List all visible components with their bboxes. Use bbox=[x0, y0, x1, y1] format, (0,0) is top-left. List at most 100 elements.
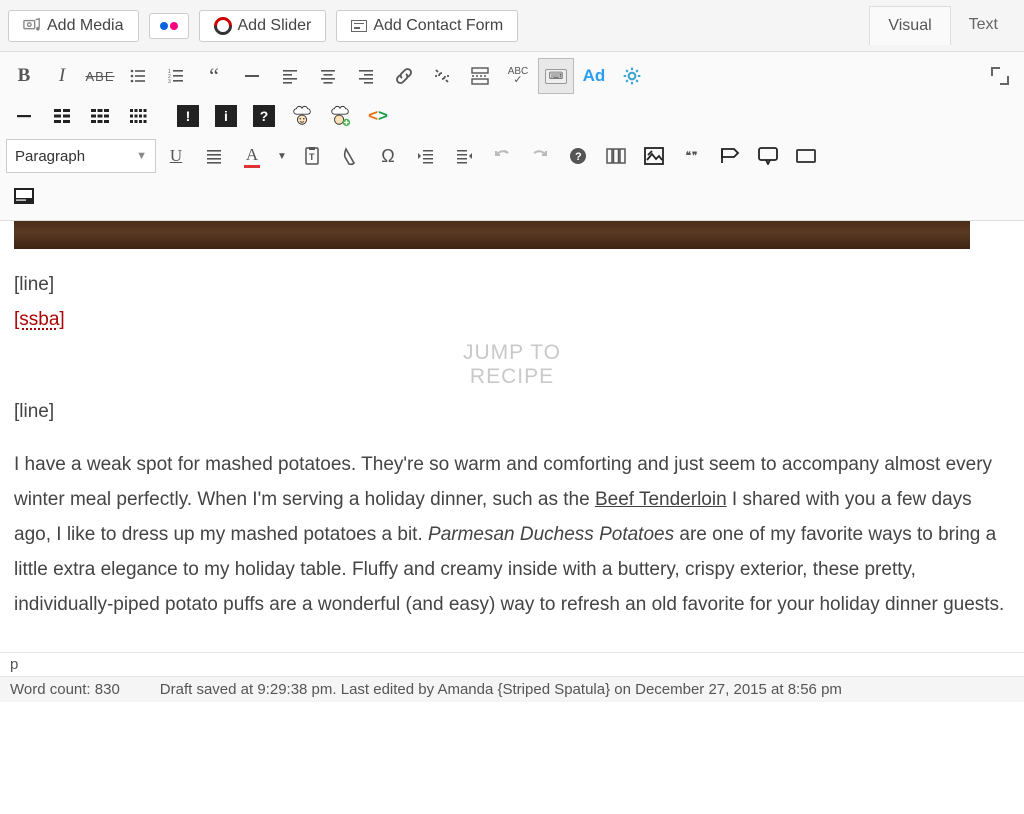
indent-button[interactable] bbox=[446, 138, 482, 174]
columns-button[interactable] bbox=[598, 138, 634, 174]
keyboard-icon: ⌨ bbox=[545, 69, 567, 84]
question-box-button[interactable]: ? bbox=[246, 98, 282, 134]
horizontal-rule-button[interactable] bbox=[234, 58, 270, 94]
add-slider-label: Add Slider bbox=[238, 17, 312, 35]
shortcode-line[interactable]: [line] bbox=[14, 267, 1010, 302]
help-button[interactable]: ? bbox=[560, 138, 596, 174]
element-path[interactable]: p bbox=[0, 652, 1024, 676]
text-color-button[interactable]: A bbox=[234, 138, 270, 174]
add-media-label: Add Media bbox=[47, 17, 124, 35]
settings-gear-button[interactable] bbox=[614, 58, 650, 94]
align-right-button[interactable] bbox=[348, 58, 384, 94]
add-contact-form-label: Add Contact Form bbox=[373, 17, 503, 35]
info-icon: i bbox=[215, 105, 237, 127]
align-left-button[interactable] bbox=[272, 58, 308, 94]
editor-toolbar: B I ABE 123 “ ABC ⌨ Ad ! i ? <> Par bbox=[0, 52, 1024, 221]
special-char-button[interactable]: Ω bbox=[370, 138, 406, 174]
strikethrough-button[interactable]: ABE bbox=[82, 58, 118, 94]
justify-button[interactable] bbox=[196, 138, 232, 174]
toolbar-row-4 bbox=[6, 176, 1018, 216]
align-center-button[interactable] bbox=[310, 58, 346, 94]
underline-button[interactable]: U bbox=[158, 138, 194, 174]
jump-line-2: RECIPE bbox=[14, 365, 1010, 389]
featured-image-strip bbox=[14, 221, 970, 249]
format-select-label: Paragraph bbox=[15, 148, 85, 165]
undo-button[interactable] bbox=[484, 138, 520, 174]
form-icon bbox=[351, 20, 367, 32]
media-tab-row: Add Media Add Slider Add Contact Form Vi… bbox=[0, 0, 1024, 52]
svg-text:?: ? bbox=[575, 151, 582, 163]
jump-line-1: JUMP TO bbox=[14, 341, 1010, 365]
box-icon bbox=[796, 149, 816, 163]
clear-formatting-button[interactable] bbox=[332, 138, 368, 174]
format-select[interactable]: Paragraph ▼ bbox=[6, 139, 156, 173]
text-color-dropdown[interactable]: ▼ bbox=[272, 138, 292, 174]
redo-button[interactable] bbox=[522, 138, 558, 174]
unlink-button[interactable] bbox=[424, 58, 460, 94]
toolbar-row-2: ! i ? <> bbox=[6, 96, 1018, 136]
toolbar-row-1: B I ABE 123 “ ABC ⌨ Ad bbox=[6, 56, 1018, 96]
post-content[interactable]: [line] [ssba] JUMP TO RECIPE [line] I ha… bbox=[0, 267, 1024, 652]
quotes-button[interactable]: ❝❞ bbox=[674, 138, 710, 174]
svg-text:T: T bbox=[309, 152, 315, 162]
short-hr-button[interactable] bbox=[6, 98, 42, 134]
chevron-down-icon: ▼ bbox=[136, 150, 147, 162]
alert-box-button[interactable]: ! bbox=[170, 98, 206, 134]
read-more-button[interactable] bbox=[462, 58, 498, 94]
editor-mode-tabs: Visual Text bbox=[869, 6, 1016, 45]
chef-icon bbox=[291, 105, 313, 127]
chef-add-button[interactable] bbox=[322, 98, 358, 134]
editor-canvas[interactable]: [line] [ssba] JUMP TO RECIPE [line] I ha… bbox=[0, 221, 1024, 652]
quote-icon: ❝❞ bbox=[686, 151, 699, 162]
tab-visual[interactable]: Visual bbox=[869, 6, 950, 45]
body-paragraph[interactable]: I have a weak spot for mashed potatoes. … bbox=[14, 447, 1010, 623]
status-bar: Word count: 830 Draft saved at 9:29:38 p… bbox=[0, 676, 1024, 702]
two-column-button[interactable] bbox=[44, 98, 80, 134]
camera-music-icon bbox=[23, 17, 41, 35]
svg-text:3: 3 bbox=[168, 79, 171, 85]
toolbar-row-3: Paragraph ▼ U A ▼ T Ω ? ❝❞ bbox=[6, 136, 1018, 176]
outdent-button[interactable] bbox=[408, 138, 444, 174]
paste-text-button[interactable]: T bbox=[294, 138, 330, 174]
toolbar-toggle-button[interactable]: ⌨ bbox=[538, 58, 574, 94]
exclaim-icon: ! bbox=[177, 105, 199, 127]
add-slider-button[interactable]: Add Slider bbox=[199, 10, 327, 42]
fullscreen-button[interactable] bbox=[982, 58, 1018, 94]
tooltip-button[interactable] bbox=[750, 138, 786, 174]
recipe-name-italic: Parmesan Duchess Potatoes bbox=[428, 524, 674, 545]
four-column-button[interactable] bbox=[120, 98, 156, 134]
html-brackets-button[interactable]: <> bbox=[360, 98, 396, 134]
jump-to-recipe[interactable]: JUMP TO RECIPE bbox=[14, 337, 1010, 393]
chef-hat-button[interactable] bbox=[284, 98, 320, 134]
spellcheck-button[interactable]: ABC bbox=[500, 58, 536, 94]
slider-icon bbox=[210, 13, 235, 38]
add-contact-form-button[interactable]: Add Contact Form bbox=[336, 10, 518, 42]
link-button[interactable] bbox=[386, 58, 422, 94]
beef-tenderloin-link[interactable]: Beef Tenderloin bbox=[595, 489, 727, 510]
italic-button[interactable]: I bbox=[44, 58, 80, 94]
flag-button[interactable] bbox=[712, 138, 748, 174]
word-count: Word count: 830 bbox=[10, 681, 120, 698]
card-button[interactable] bbox=[6, 178, 42, 214]
flickr-icon bbox=[160, 22, 178, 30]
info-box-button[interactable]: i bbox=[208, 98, 244, 134]
brackets-icon: <> bbox=[368, 106, 388, 126]
shortcode-line-2[interactable]: [line] bbox=[14, 394, 1010, 429]
add-media-button[interactable]: Add Media bbox=[8, 10, 139, 42]
fullscreen-icon bbox=[991, 67, 1009, 85]
bold-button[interactable]: B bbox=[6, 58, 42, 94]
gear-icon bbox=[622, 66, 642, 86]
image-insert-button[interactable] bbox=[636, 138, 672, 174]
autosave-status: Draft saved at 9:29:38 pm. Last edited b… bbox=[160, 681, 842, 698]
number-list-button[interactable]: 123 bbox=[158, 58, 194, 94]
flickr-button[interactable] bbox=[149, 13, 189, 39]
three-column-button[interactable] bbox=[82, 98, 118, 134]
bullet-list-button[interactable] bbox=[120, 58, 156, 94]
ad-button[interactable]: Ad bbox=[576, 58, 612, 94]
blockquote-button[interactable]: “ bbox=[196, 58, 232, 94]
box-button[interactable] bbox=[788, 138, 824, 174]
ad-icon: Ad bbox=[583, 66, 606, 86]
question-icon: ? bbox=[253, 105, 275, 127]
shortcode-ssba[interactable]: [ssba] bbox=[14, 309, 65, 330]
tab-text[interactable]: Text bbox=[951, 6, 1016, 45]
